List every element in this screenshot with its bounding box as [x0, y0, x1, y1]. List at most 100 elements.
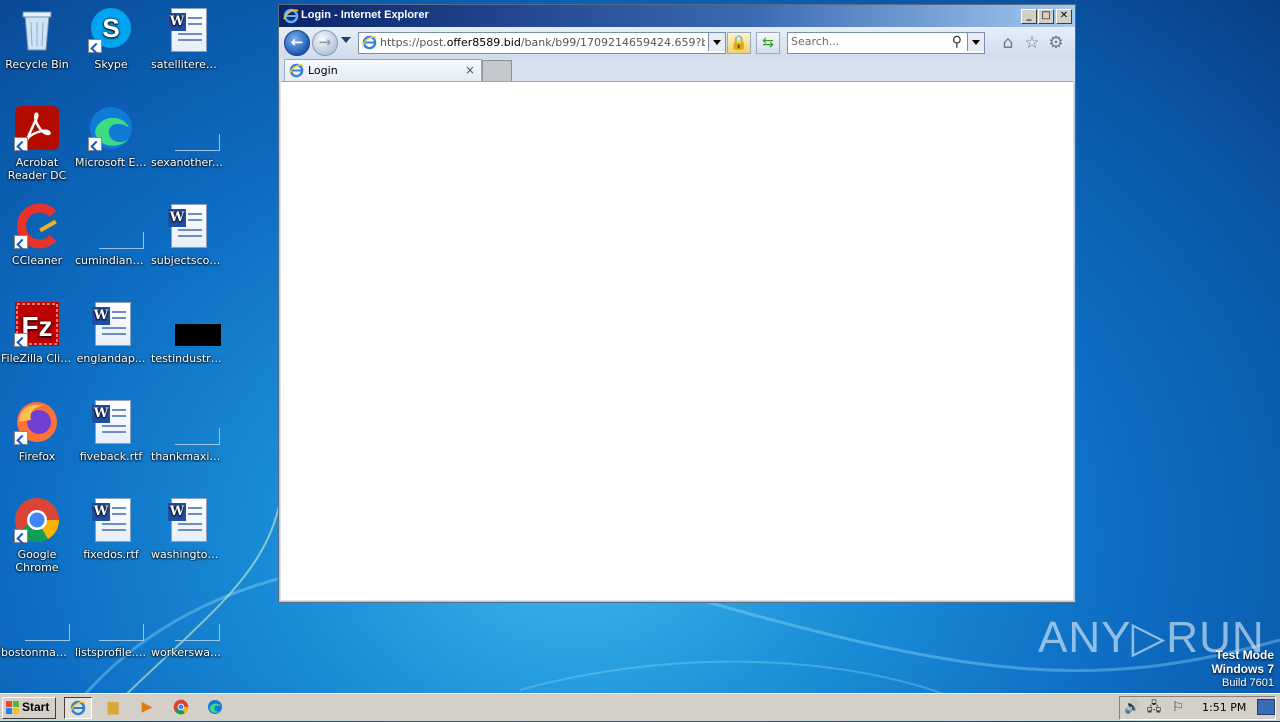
refresh-button[interactable]: ⇆ — [756, 32, 780, 54]
desktop-icon-label: Firefox — [18, 450, 56, 463]
word-document-icon: W — [87, 300, 135, 348]
desktop-icon-label: washingtonr... — [151, 548, 224, 561]
recent-pages-dropdown[interactable] — [341, 37, 351, 43]
forward-button[interactable]: → — [312, 30, 338, 56]
taskbar-ie-button[interactable] — [64, 697, 92, 719]
tab-login[interactable]: Login × — [284, 59, 482, 81]
file-thumbnail-icon — [87, 202, 144, 250]
desktop-icon-listsprofile[interactable]: listsprofile.png — [74, 594, 148, 659]
address-bar[interactable]: https://post.offer8589.bid/bank/b99/1709… — [358, 32, 726, 54]
desktop-icon-chrome[interactable]: Google Chrome — [0, 496, 74, 574]
taskbar-explorer-button[interactable]: ▆ — [100, 697, 126, 717]
file-thumbnail-icon — [163, 300, 221, 348]
security-lock-button[interactable]: 🔒 — [727, 32, 751, 54]
file-thumbnail-icon — [163, 594, 220, 642]
desktop-icon-ccleaner[interactable]: CCleaner — [0, 202, 74, 267]
desktop-icon-edge[interactable]: Microsoft Edge — [74, 104, 148, 169]
desktop-icon-skype[interactable]: S Skype — [74, 6, 148, 71]
url-path: /bank/b99/1709214659424.659?banknar — [520, 36, 705, 49]
address-dropdown-button[interactable] — [708, 33, 725, 51]
edge-icon — [87, 104, 135, 152]
ie-icon — [70, 700, 86, 716]
search-icon[interactable]: ⚲ — [952, 34, 962, 50]
tab-ie-icon — [289, 63, 304, 78]
system-tray: 🔊 🖧 ⚐ 1:51 PM — [1119, 696, 1276, 720]
taskbar-edge-button[interactable] — [202, 697, 228, 717]
filezilla-icon: Fz — [13, 300, 61, 348]
svg-text:S: S — [102, 13, 119, 43]
test-mode-notice: Test Mode Windows 7 Build 7601 — [1211, 648, 1274, 690]
desktop-icon-label: workerswas... — [151, 646, 224, 659]
desktop-icon-label: FileZilla Client — [1, 352, 74, 365]
start-label: Start — [22, 700, 50, 714]
chrome-icon — [173, 699, 189, 715]
folder-icon: ▆ — [107, 699, 119, 715]
volume-icon[interactable]: 🔊 — [1124, 700, 1140, 716]
search-provider-dropdown[interactable] — [967, 33, 984, 51]
desktop-icon-label: Skype — [94, 58, 128, 71]
desktop-icon-subjectscom[interactable]: W subjectscom... — [150, 202, 224, 267]
desktop-icon-filezilla[interactable]: Fz FileZilla Client — [0, 300, 74, 365]
windows-version-line: Windows 7 — [1211, 662, 1274, 676]
desktop-icon-acrobat[interactable]: Acrobat Reader DC — [0, 104, 74, 182]
desktop-icon-recycle-bin[interactable]: Recycle Bin — [0, 6, 74, 71]
ie-logo-icon — [283, 8, 299, 24]
desktop-icon-cumindian[interactable]: cumindian.png — [74, 202, 148, 267]
ie-window: Login - Internet Explorer _ □ ✕ ← → http… — [278, 4, 1076, 603]
desktop-icon-label: englandap... — [76, 352, 146, 365]
taskbar-media-player-button[interactable]: ▶ — [134, 697, 160, 717]
window-title: Login - Internet Explorer — [301, 9, 429, 21]
word-document-icon: W — [87, 496, 135, 544]
recycle-bin-icon — [13, 6, 61, 54]
network-icon[interactable]: 🖧 — [1146, 700, 1162, 716]
title-bar[interactable]: Login - Internet Explorer _ □ ✕ — [279, 5, 1075, 27]
desktop-icon-label: subjectscom... — [151, 254, 224, 267]
tab-bar: Login × — [279, 59, 1075, 82]
file-thumbnail-icon — [163, 104, 220, 152]
minimize-button[interactable]: _ — [1021, 9, 1037, 24]
desktop-icon-label: Google Chrome — [15, 548, 59, 574]
desktop-icon-workerswas[interactable]: workerswas... — [150, 594, 224, 659]
desktop-icon-label: cumindian.png — [75, 254, 148, 267]
desktop-icon-fixedos[interactable]: W fixedos.rtf — [74, 496, 148, 561]
new-tab-button[interactable] — [482, 60, 512, 82]
settings-gear-icon[interactable]: ⚙ — [1046, 33, 1066, 53]
home-icon[interactable]: ⌂ — [998, 33, 1018, 53]
desktop-icon-washingtonr[interactable]: W washingtonr... — [150, 496, 224, 561]
file-thumbnail-icon — [87, 594, 144, 642]
show-desktop-button[interactable] — [1257, 699, 1275, 715]
acrobat-icon — [13, 104, 61, 152]
page-content[interactable] — [281, 81, 1073, 600]
chrome-icon — [13, 496, 61, 544]
url-text[interactable]: https://post.offer8589.bid/bank/b99/1709… — [380, 36, 705, 49]
file-thumbnail-icon — [13, 594, 70, 642]
desktop-icon-testindustri[interactable]: testindustri... — [150, 300, 224, 365]
desktop-icon-bostonmana[interactable]: bostonmana... — [0, 594, 74, 659]
close-window-button[interactable]: ✕ — [1056, 9, 1072, 24]
desktop-icon-fiveback[interactable]: W fiveback.rtf — [74, 398, 148, 463]
test-mode-line: Test Mode — [1215, 648, 1274, 662]
desktop-icon-label: Microsoft Edge — [75, 156, 148, 169]
desktop-icon-sexanother[interactable]: sexanother.... — [150, 104, 224, 169]
action-center-flag-icon[interactable]: ⚐ — [1170, 700, 1186, 716]
search-box[interactable]: ⚲ — [787, 32, 985, 54]
clock[interactable]: 1:51 PM — [1202, 701, 1246, 714]
url-prefix: https://post. — [380, 36, 447, 49]
firefox-icon — [13, 398, 61, 446]
page-ie-icon — [362, 35, 377, 50]
favorites-star-icon[interactable]: ☆ — [1022, 33, 1042, 53]
tab-close-button[interactable]: × — [465, 63, 475, 77]
desktop-icon-englandap[interactable]: W englandap... — [74, 300, 148, 365]
navigation-bar: ← → https://post.offer8589.bid/bank/b99/… — [279, 27, 1075, 59]
desktop-icon-label: Acrobat Reader DC — [7, 156, 67, 182]
back-button[interactable]: ← — [284, 30, 310, 56]
desktop-icon-thankmaxim[interactable]: thankmaxim... — [150, 398, 224, 463]
desktop-icon-satelliterequ[interactable]: W satelliterequ... — [150, 6, 224, 71]
windows-flag-icon — [6, 701, 19, 714]
maximize-button[interactable]: □ — [1038, 9, 1054, 24]
start-button[interactable]: Start — [2, 697, 56, 719]
forward-arrow-icon: → — [318, 33, 332, 51]
search-input[interactable] — [791, 35, 941, 48]
desktop-icon-firefox[interactable]: Firefox — [0, 398, 74, 463]
taskbar-chrome-button[interactable] — [168, 697, 194, 717]
